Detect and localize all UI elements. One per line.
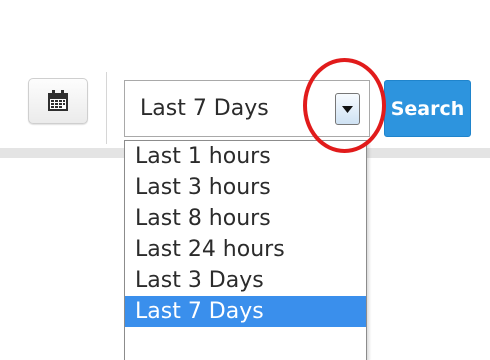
dropdown-option-last-8-hours[interactable]: Last 8 hours xyxy=(125,203,366,234)
caret-down-icon xyxy=(342,105,353,113)
date-range-select[interactable]: Last 7 Days xyxy=(124,80,370,137)
dropdown-option-last-1-hours[interactable]: Last 1 hours xyxy=(125,141,366,172)
dropdown-option-last-3-hours[interactable]: Last 3 hours xyxy=(125,172,366,203)
dropdown-option-last-3-days[interactable]: Last 3 Days xyxy=(125,265,366,296)
search-button[interactable]: Search xyxy=(384,80,471,137)
dropdown-toggle-button[interactable] xyxy=(335,93,360,125)
date-range-dropdown-list: Last 1 hours Last 3 hours Last 8 hours L… xyxy=(124,140,367,360)
calendar-icon xyxy=(47,90,69,112)
toolbar-separator xyxy=(106,72,107,144)
dropdown-option-last-7-days[interactable]: Last 7 Days xyxy=(125,296,366,327)
dropdown-option-last-24-hours[interactable]: Last 24 hours xyxy=(125,234,366,265)
date-range-selected-value: Last 7 Days xyxy=(140,96,269,121)
calendar-button[interactable] xyxy=(28,78,88,124)
